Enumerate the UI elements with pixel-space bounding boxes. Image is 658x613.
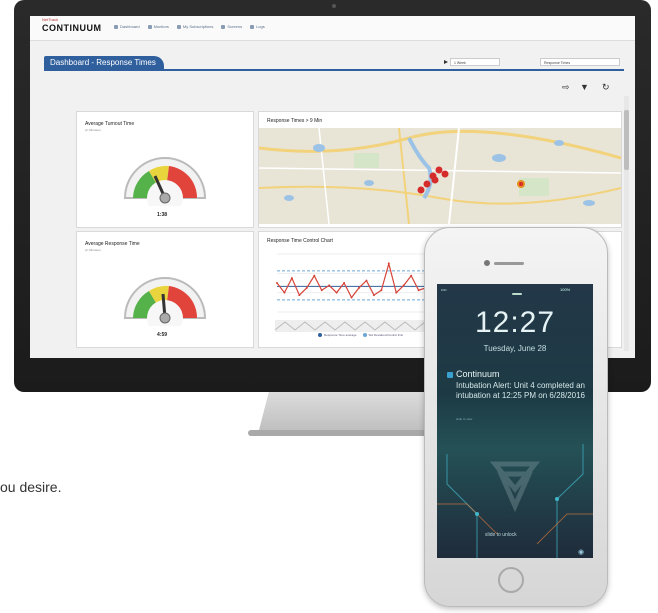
- nav-screens[interactable]: Screens: [221, 24, 242, 29]
- filter-icon[interactable]: ▼: [580, 82, 589, 92]
- nav-label: Dashboard: [120, 24, 140, 29]
- data-point: [358, 286, 360, 289]
- monitor-stand: [258, 392, 438, 434]
- map-panel: Response Times > 9 Min: [258, 111, 622, 228]
- response-map[interactable]: [259, 128, 621, 224]
- lock-time: 12:27: [474, 306, 556, 339]
- legend-dot-icon: [318, 333, 322, 338]
- partial-caption: ou desire.: [0, 479, 62, 495]
- play-icon[interactable]: [444, 60, 448, 64]
- map-title: Response Times > 9 Min: [267, 118, 323, 124]
- panel-title: Average Turnout Time: [85, 121, 135, 127]
- nav-subscriptions[interactable]: My Subscriptions: [176, 24, 214, 29]
- data-point: [395, 291, 398, 294]
- legend-label: Response Time average: [324, 333, 357, 337]
- monitor-icon: [147, 24, 152, 29]
- panel-title: Average Response Time: [85, 241, 140, 247]
- data-point: [313, 274, 316, 277]
- slide-to-unlock[interactable]: slide to unlock: [485, 532, 517, 538]
- refresh-icon[interactable]: ↻: [602, 82, 610, 93]
- legend-item-limits: Std Deviation/Control limit: [362, 333, 404, 338]
- legend-label: Std Deviation/Control limit: [368, 333, 404, 337]
- monitor-camera: [332, 4, 336, 8]
- nav-label: Screens: [227, 24, 243, 29]
- data-point: [380, 289, 383, 292]
- gauge-value: 1:38: [157, 212, 168, 218]
- metric-select[interactable]: Response Times: [540, 58, 620, 66]
- nav-dashboard[interactable]: Dashboard: [114, 24, 140, 29]
- panel-subtitle: (in Minutes): [85, 128, 101, 132]
- panel-subtitle: (in Minutes): [85, 248, 101, 252]
- data-point: [335, 291, 338, 294]
- data-point: [305, 286, 308, 289]
- app-logo[interactable]: CONTINUUM: [42, 23, 102, 33]
- control-chart: [276, 253, 442, 313]
- legend-item-average: Response Time average: [318, 333, 357, 338]
- phone-speaker: [494, 262, 524, 265]
- nav-logs[interactable]: Logs: [250, 24, 265, 29]
- data-point: [365, 279, 368, 282]
- notification-body[interactable]: Intubation Alert: Unit 4 completed an in…: [456, 381, 586, 401]
- lock-date: Tuesday, June 28: [483, 344, 547, 353]
- data-point: [410, 274, 413, 277]
- nav-label: Logs: [256, 24, 265, 29]
- dashboard-icon: [114, 24, 118, 29]
- monitor-base: [248, 430, 448, 436]
- legend-dot-icon: [362, 333, 367, 338]
- export-icon[interactable]: ⇨: [562, 82, 570, 93]
- gauge-value: 4:59: [157, 332, 168, 338]
- camera-icon[interactable]: ◉: [578, 548, 584, 556]
- page-title: Dashboard - Response Times: [44, 56, 164, 70]
- lock-indicator: [512, 293, 522, 295]
- notification-subtitle: slide to view: [456, 417, 473, 421]
- scrollbar-thumb[interactable]: [624, 110, 629, 170]
- data-point: [402, 284, 405, 287]
- nav-monitors[interactable]: Monitors: [147, 24, 169, 29]
- data-point: [417, 289, 420, 292]
- data-point: [372, 294, 375, 297]
- data-point: [343, 282, 346, 284]
- chart-title: Response Time Control Chart: [267, 238, 333, 244]
- data-point: [283, 291, 286, 294]
- time-range-select[interactable]: 1 Week: [450, 58, 500, 66]
- home-button[interactable]: [498, 567, 524, 593]
- nav-label: Monitors: [153, 24, 169, 29]
- nav-menu: Dashboard Monitors My Subscriptions Scre…: [114, 24, 265, 29]
- battery-level: 100%: [560, 287, 571, 292]
- carrier-signal: ••••: [441, 287, 447, 292]
- response-panel: Average Response Time (in Minutes) 4:59: [76, 231, 254, 348]
- data-point: [298, 294, 301, 297]
- chart-navigator[interactable]: [265, 318, 445, 334]
- nav-label: My Subscriptions: [182, 24, 214, 29]
- logo-superscript: NetTrack: [42, 17, 59, 22]
- chart-legend: Response Time average Std Deviation/Cont…: [318, 333, 404, 338]
- logs-icon: [250, 24, 255, 29]
- title-underline: [44, 69, 624, 71]
- response-gauge: [123, 277, 207, 326]
- app-notification-icon: [447, 372, 453, 378]
- screens-icon: [221, 24, 226, 29]
- phone-camera: [484, 260, 490, 266]
- turnout-gauge: [123, 157, 207, 206]
- data-point: [276, 282, 278, 284]
- data-point: [290, 277, 293, 280]
- data-point: [320, 289, 323, 292]
- turnout-panel: Average Turnout Time (in Minutes) 1:38: [76, 111, 254, 228]
- data-point: [387, 262, 390, 265]
- top-navbar: NetTrack CONTINUUM Dashboard Monitors My…: [30, 16, 635, 41]
- data-point: [328, 284, 331, 287]
- data-point: [350, 296, 353, 299]
- subscription-icon: [176, 24, 181, 29]
- notification-app-name[interactable]: Continuum: [456, 369, 500, 379]
